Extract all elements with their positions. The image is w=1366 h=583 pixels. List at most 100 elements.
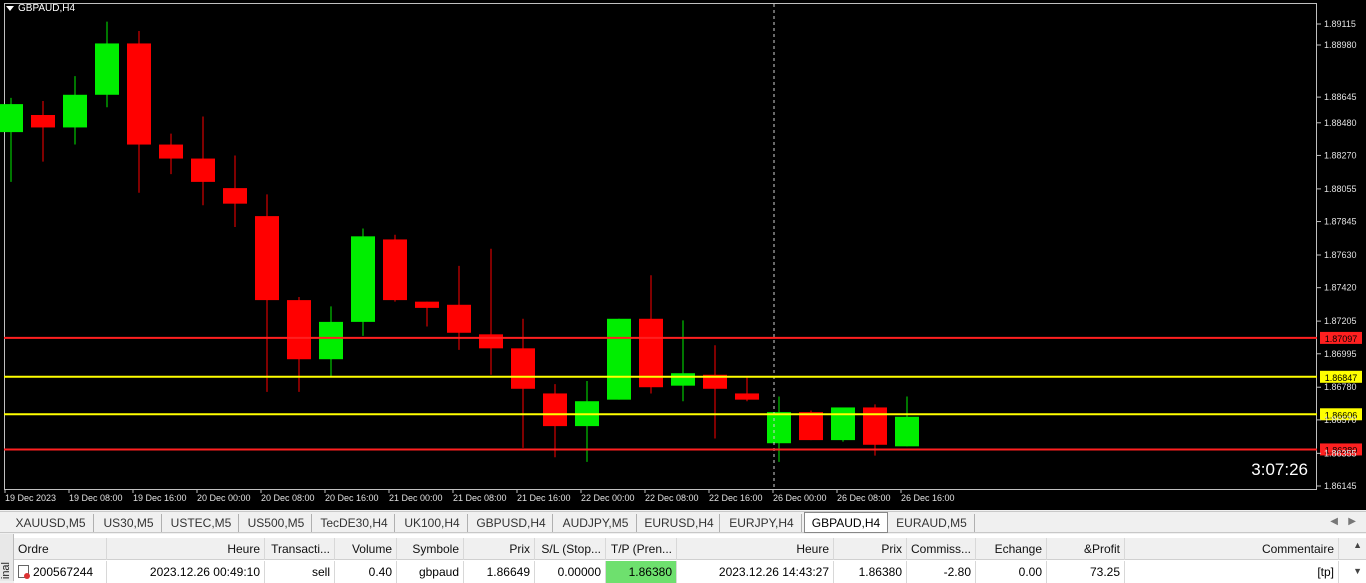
candle-body (895, 416, 919, 447)
tab-xauusd-m5[interactable]: XAUUSD,M5 (8, 514, 94, 532)
candle-body (479, 334, 503, 349)
time-tick-label: 19 Dec 08:00 (69, 493, 123, 503)
time-tick-label: 26 Dec 08:00 (837, 493, 891, 503)
candle-body (63, 94, 87, 128)
candle-body (351, 236, 375, 322)
table-cell: 0.40 (335, 561, 397, 583)
terminal-side-tab[interactable]: inal (0, 534, 14, 581)
table-cell: gbpaud (397, 561, 464, 583)
tab-gbpusd-h4[interactable]: GBPUSD,H4 (470, 514, 553, 532)
time-tick-label: 21 Dec 08:00 (453, 493, 507, 503)
time-tick-label: 22 Dec 08:00 (645, 493, 699, 503)
table-cell: 2023.12.26 00:49:10 (107, 561, 265, 583)
price-chart[interactable]: 1.87097 1.86847 1.86606 1.86380 1.89115 1.889… (0, 0, 1366, 510)
table-cell: 1.86380 (834, 561, 907, 583)
candle-body (127, 43, 151, 145)
column-header[interactable]: Ordre (14, 538, 107, 560)
tab-scroll-left-icon[interactable]: ◀ (1330, 516, 1338, 527)
column-header[interactable]: Commiss... (907, 538, 976, 560)
column-header[interactable]: T/P (Pren... (606, 538, 677, 560)
table-cell: 200567244 (14, 561, 107, 583)
dropdown-triangle-icon[interactable] (6, 6, 14, 11)
candle-body (95, 43, 119, 95)
column-header[interactable]: Echange (976, 538, 1047, 560)
column-header[interactable]: Heure (677, 538, 834, 560)
candle-body (31, 115, 55, 128)
column-header[interactable]: Volume (335, 538, 397, 560)
price-tick-label: 1.87420 (1324, 283, 1357, 293)
time-tick-label: 20 Dec 00:00 (197, 493, 251, 503)
terminal-panel: inal Ordre Heure Transacti... Volume Symbole… (0, 534, 1366, 583)
price-tick-label: 1.87630 (1324, 250, 1357, 260)
tab-scroll-right-icon[interactable]: ▶ (1348, 516, 1356, 527)
candle-body (831, 407, 855, 441)
time-tick-label: 22 Dec 16:00 (709, 493, 763, 503)
column-header[interactable]: Transacti... (265, 538, 335, 560)
time-tick-label: 22 Dec 00:00 (581, 493, 635, 503)
table-cell: 1.86649 (464, 561, 535, 583)
candle-body (799, 412, 823, 441)
scroll-down-icon[interactable]: ▼ (1353, 566, 1362, 576)
table-row[interactable]: 200567244 2023.12.26 00:49:10 sell 0.40 gbpa… (14, 561, 1366, 583)
time-tick-label: 20 Dec 16:00 (325, 493, 379, 503)
tab-audjpy-m5[interactable]: AUDJPY,M5 (555, 514, 637, 532)
tab-ustec-m5[interactable]: USTEC,M5 (164, 514, 239, 532)
tab-tecde30-h4[interactable]: TecDE30,H4 (314, 514, 395, 532)
table-cell: 0.00 (976, 561, 1047, 583)
chart-symbol-label[interactable]: GBPAUD,H4 (6, 3, 75, 14)
table-cell: 2023.12.26 14:43:27 (677, 561, 834, 583)
tab-us500-m5[interactable]: US500,M5 (241, 514, 312, 532)
column-header[interactable]: &Profit (1047, 538, 1125, 560)
order-document-icon (18, 565, 30, 579)
candle-body (287, 300, 311, 360)
tab-uk100-h4[interactable]: UK100,H4 (397, 514, 468, 532)
price-tick-label: 1.86780 (1324, 382, 1357, 392)
table-cell: 73.25 (1047, 561, 1125, 583)
table-cell: [tp] (1125, 561, 1339, 583)
price-tick-label: 1.88055 (1324, 184, 1357, 194)
candle-body (415, 301, 439, 308)
price-tick-label: 1.88980 (1324, 40, 1357, 50)
chart-frame (4, 3, 1317, 490)
symbol-tab-bar: XAUUSD,M5 US30,M5 USTEC,M5 US500,M5 TecDE30,… (0, 511, 1366, 533)
candle-body (159, 144, 183, 159)
tab-gbpaud-h4[interactable]: GBPAUD,H4 (804, 512, 888, 533)
time-tick-label: 21 Dec 00:00 (389, 493, 443, 503)
candle-body (447, 304, 471, 333)
candle-body (383, 239, 407, 301)
column-header[interactable]: Symbole (397, 538, 464, 560)
chart-canvas[interactable]: 1.870971.868471.866061.863801.891151.889… (0, 0, 1366, 510)
time-tick-label: 26 Dec 00:00 (773, 493, 827, 503)
price-tick-label: 1.86145 (1324, 481, 1357, 491)
tab-eurjpy-h4[interactable]: EURJPY,H4 (722, 514, 802, 532)
candle-body (671, 373, 695, 386)
tab-euraud-m5[interactable]: EURAUD,M5 (889, 514, 975, 532)
time-tick-label: 19 Dec 2023 (5, 493, 56, 503)
price-tick-label: 1.88645 (1324, 92, 1357, 102)
table-cell: sell (265, 561, 335, 583)
history-table-header: Ordre Heure Transacti... Volume Symbole Prix S… (14, 538, 1366, 560)
candle-body (319, 321, 343, 360)
candle-body (223, 188, 247, 204)
column-header[interactable]: Commentaire (1125, 538, 1339, 560)
tab-us30-m5[interactable]: US30,M5 (96, 514, 162, 532)
candle-body (863, 407, 887, 445)
time-tick-label: 19 Dec 16:00 (133, 493, 187, 503)
candle-body (511, 348, 535, 389)
scroll-up-icon[interactable]: ▲ (1353, 540, 1362, 550)
tab-eurusd-h4[interactable]: EURUSD,H4 (639, 514, 720, 532)
order-id: 200567244 (33, 565, 94, 579)
candle-body (767, 412, 791, 444)
column-header[interactable]: Prix (834, 538, 907, 560)
terminal-side-label: inal (0, 561, 12, 579)
column-header[interactable]: Heure (107, 538, 265, 560)
column-header[interactable]: S/L (Stop... (535, 538, 606, 560)
table-cell: 1.86380 (606, 561, 677, 583)
table-cell: -2.80 (907, 561, 976, 583)
candle-body (735, 393, 759, 400)
column-header[interactable]: Prix (464, 538, 535, 560)
time-tick-label: 26 Dec 16:00 (901, 493, 955, 503)
candle-body (191, 158, 215, 182)
price-level-label: 1.87097 (1325, 334, 1358, 344)
candle-body (607, 318, 631, 400)
